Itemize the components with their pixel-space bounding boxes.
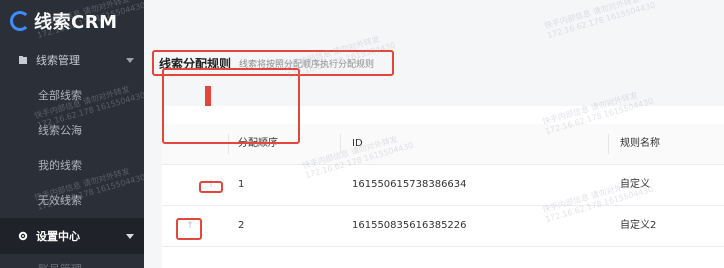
page-title: 线索分配规则 — [159, 56, 232, 71]
rule-name-cell: 自定义 — [620, 179, 650, 190]
nav-group-settings[interactable]: 设置中心 — [0, 218, 144, 254]
main-content: 线索分配规则 线索将按照分配顺序执行分配规则 分配顺序 ID 规则名称 ↑ 1 … — [144, 0, 724, 268]
logo-text: 线索CRM — [34, 12, 118, 33]
table-header: 分配顺序 ID 规则名称 — [162, 124, 724, 165]
handle-annotation-box — [176, 218, 202, 240]
page-header-annotation: 线索分配规则 线索将按照分配顺序执行分配规则 — [152, 50, 394, 76]
table-row[interactable]: ↑ 2 161550835616385226 自定义2 — [162, 206, 724, 247]
rule-name-cell: 自定义2 — [620, 220, 657, 231]
sidebar: 线索CRM 线索管理 全部线索 线索公海 我的线索 无效线索 设置中心 账号管理… — [0, 0, 144, 268]
handle-annotation-box — [199, 181, 223, 193]
watermark: 快手内部信息 请勿对外转发 172.16.62.178 1615504430 — [543, 0, 657, 41]
logo[interactable]: 线索CRM — [0, 0, 144, 42]
table-row[interactable]: ↑ 1 161550615738386634 自定义 — [162, 165, 724, 206]
column-divider — [228, 134, 229, 154]
page-description: 线索将按照分配顺序执行分配规则 — [239, 59, 375, 70]
chevron-down-icon — [126, 234, 134, 239]
id-cell: 161550615738386634 — [352, 179, 467, 190]
column-header-id[interactable]: ID — [352, 124, 363, 164]
column-header-order[interactable]: 分配顺序 — [238, 124, 278, 164]
rules-table: 分配顺序 ID 规则名称 ↑ 1 161550615738386634 自定义 … — [162, 91, 724, 268]
order-cell: 1 — [238, 179, 245, 190]
sidebar-item-clue-pool[interactable]: 线索公海 — [0, 113, 144, 148]
sidebar-item-invalid-clues[interactable]: 无效线索 — [0, 183, 144, 218]
order-cell: 2 — [238, 220, 245, 231]
id-cell: 161550835616385226 — [352, 220, 467, 231]
sidebar-item-all-clues[interactable]: 全部线索 — [0, 78, 144, 113]
chevron-down-icon — [126, 58, 134, 63]
column-header-rule-name[interactable]: 规则名称 — [620, 124, 660, 164]
column-divider — [608, 134, 609, 154]
folder-icon — [18, 55, 28, 65]
nav-group-label: 设置中心 — [36, 230, 80, 243]
column-divider — [340, 134, 341, 154]
sidebar-item-my-clues[interactable]: 我的线索 — [0, 148, 144, 183]
gear-icon — [18, 231, 28, 241]
logo-icon — [10, 11, 30, 31]
sidebar-item-account-management[interactable]: 账号管理 — [0, 254, 144, 268]
app-window: 线索CRM 线索管理 全部线索 线索公海 我的线索 无效线索 设置中心 账号管理… — [0, 0, 724, 268]
nav-group-clue-management[interactable]: 线索管理 — [0, 42, 144, 78]
nav-group-label: 线索管理 — [36, 54, 80, 67]
